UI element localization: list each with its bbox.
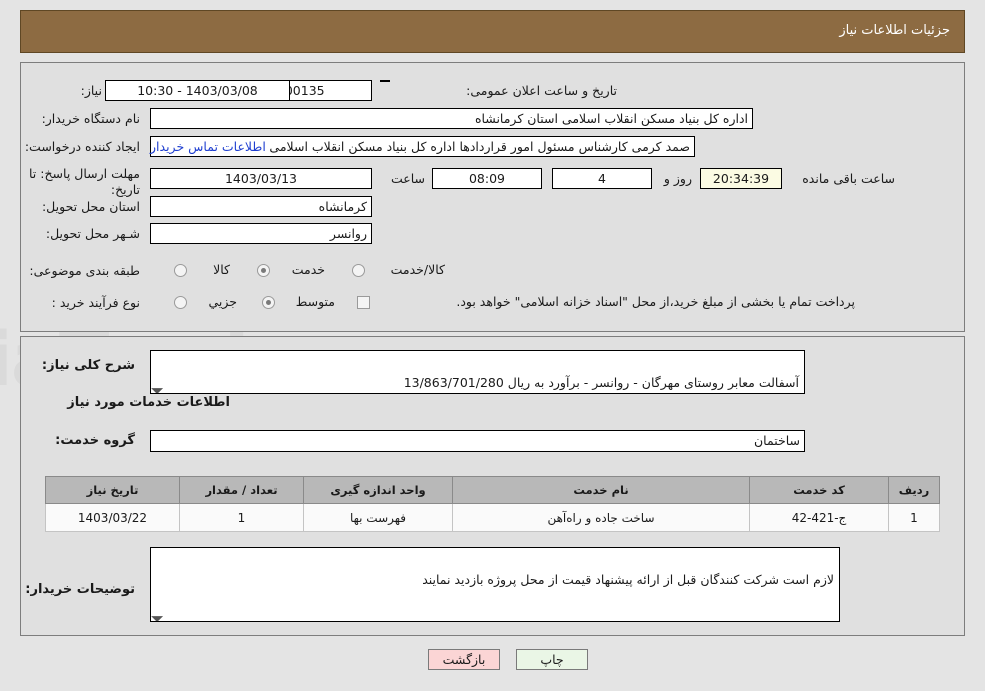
cell-need-date: 1403/03/22 — [45, 503, 180, 532]
radio-label-category-2[interactable]: کالا/خدمت — [391, 262, 445, 277]
services-table: ردیف کد خدمت نام خدمت واحد اندازه گیری ت… — [45, 476, 940, 532]
th-unit: واحد اندازه گیری — [303, 476, 453, 504]
radio-category-khedmat[interactable] — [257, 264, 270, 277]
page-root: جزئیات اطلاعات نیاز AriaTender .net شمار… — [0, 0, 985, 691]
cell-radif: 1 — [888, 503, 940, 532]
table-row[interactable]: 1 ج-421-42 ساخت جاده و راه‌آهن فهرست بها… — [45, 503, 940, 532]
checkbox-islamic-treasury[interactable] — [357, 296, 370, 309]
th-quantity: تعداد / مقدار — [179, 476, 304, 504]
radio-label-category-0[interactable]: کالا — [213, 262, 230, 277]
cell-quantity: 1 — [179, 503, 304, 532]
field-province[interactable]: کرمانشاه — [150, 196, 372, 217]
field-general-description[interactable]: آسفالت معابر روستای مهرگان - روانسر - بر… — [150, 350, 805, 394]
label-islamic-treasury: پرداخت تمام یا بخشی از مبلغ خرید،از محل … — [456, 294, 855, 309]
label-public-announce: تاریخ و ساعت اعلان عمومی: — [466, 83, 617, 98]
back-button[interactable]: بازگشت — [428, 649, 500, 670]
field-public-announce-datetime[interactable]: 1403/03/08 - 10:30 — [105, 80, 290, 101]
radio-label-process-0[interactable]: جزیي — [208, 294, 237, 309]
buyer-notes-text: لازم است شرکت کنندگان قبل از ارائه پیشنه… — [422, 572, 834, 587]
field-days-remaining[interactable]: 4 — [552, 168, 652, 189]
cell-code: ج-421-42 — [749, 503, 889, 532]
label-service-group: گروه خدمت: — [55, 433, 135, 448]
label-days: روز و — [663, 171, 692, 186]
label-buyer-notes: توضیحات خریدار: — [25, 582, 135, 597]
label-remaining: ساعت باقی مانده — [802, 171, 895, 186]
label-province: استان محل تحویل: — [41, 199, 140, 214]
label-category: طبقه بندی موضوعی: — [29, 263, 140, 278]
resize-grip-icon-notes[interactable]: ◢ — [151, 608, 165, 621]
page-header: جزئیات اطلاعات نیاز — [20, 10, 965, 53]
radio-label-category-1[interactable]: خدمت — [292, 262, 325, 277]
field-service-group[interactable]: ساختمان — [150, 430, 805, 452]
resize-grip-icon[interactable]: ◢ — [151, 380, 165, 393]
label-requester: ایجاد کننده درخواست: — [24, 139, 140, 154]
field-city[interactable]: روانسر — [150, 223, 372, 244]
label-general-description: شرح کلی نیاز: — [41, 358, 135, 373]
label-city: شـهر محل تحویل: — [45, 226, 140, 241]
label-process-type: نوع فرآیند خرید : — [51, 295, 140, 310]
field-deadline-date[interactable]: 1403/03/13 — [150, 168, 372, 189]
label-deadline: مهلت ارسال پاسخ: تا تاریخ: — [29, 166, 140, 197]
radio-category-kala-khedmat[interactable] — [352, 264, 365, 277]
th-need-date: تاریخ نیاز — [45, 476, 180, 504]
th-radif: ردیف — [888, 476, 940, 504]
buyer-contact-link[interactable]: اطلاعات تماس خریدار — [150, 139, 266, 154]
page-title: جزئیات اطلاعات نیاز — [839, 23, 950, 38]
field-countdown: 20:34:39 — [700, 168, 782, 189]
cell-unit: فهرست بها — [303, 503, 453, 532]
print-button[interactable]: چاپ — [516, 649, 588, 670]
section-title-services: اطلاعات خدمات مورد نیاز — [67, 395, 230, 410]
radio-category-kala[interactable] — [174, 264, 187, 277]
label-hour: ساعت — [390, 171, 425, 186]
radio-process-motevaset[interactable] — [262, 296, 275, 309]
table-header-row: ردیف کد خدمت نام خدمت واحد اندازه گیری ت… — [45, 476, 940, 504]
cell-name: ساخت جاده و راه‌آهن — [452, 503, 750, 532]
field-buyer-org[interactable]: اداره کل بنیاد مسکن انقلاب اسلامی استان … — [150, 108, 753, 129]
th-code: کد خدمت — [749, 476, 889, 504]
field-buyer-notes[interactable]: لازم است شرکت کنندگان قبل از ارائه پیشنه… — [150, 547, 840, 622]
general-description-text: آسفالت معابر روستای مهرگان - روانسر - بر… — [403, 375, 799, 390]
field-deadline-time[interactable]: 08:09 — [432, 168, 542, 189]
radio-label-process-1[interactable]: متوسط — [296, 294, 335, 309]
label-buyer-org: نام دستگاه خریدار: — [41, 111, 140, 126]
radio-process-jozei[interactable] — [174, 296, 187, 309]
spacer-a — [380, 80, 390, 82]
th-name: نام خدمت — [452, 476, 750, 504]
